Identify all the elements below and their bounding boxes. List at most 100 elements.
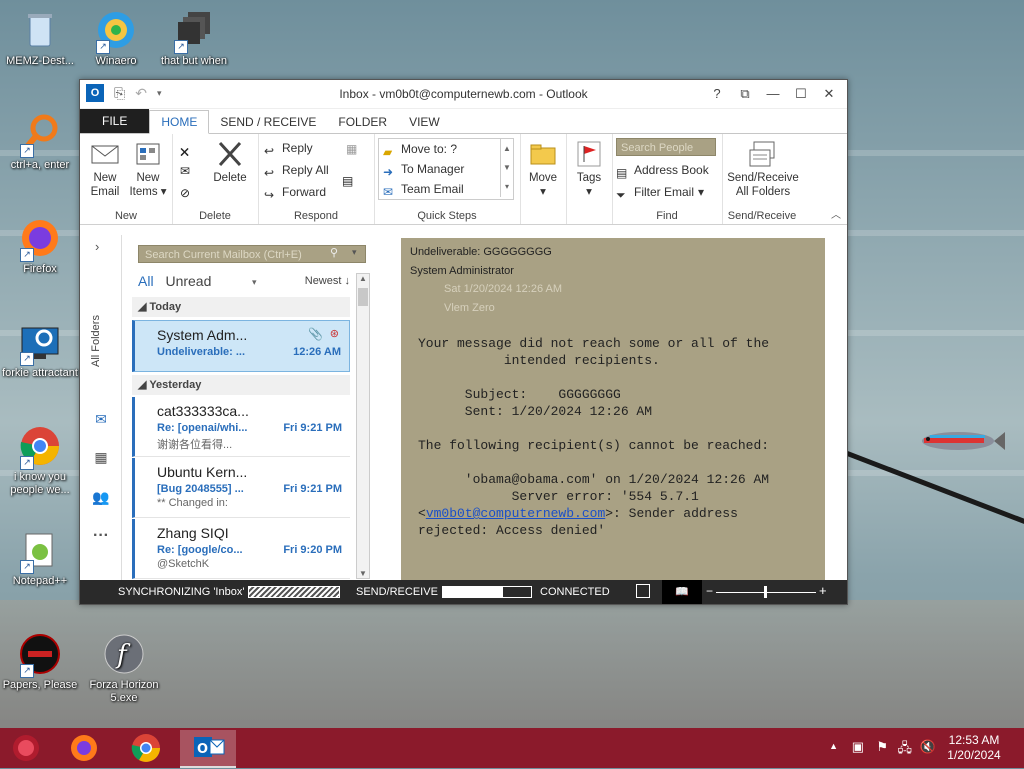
meeting-icon[interactable]: ▦ — [346, 142, 360, 156]
sort-newest[interactable]: Newest ↓ — [305, 275, 350, 287]
reply-button[interactable]: ↩ Reply — [264, 138, 313, 158]
desktop-icon-recycle-bin[interactable]: MEMZ-Dest... — [0, 8, 80, 68]
start-button[interactable] — [4, 730, 48, 766]
expand-folder-pane-icon[interactable]: › — [95, 239, 99, 254]
notepadpp-icon: ↗ — [18, 528, 62, 574]
action-flag-icon[interactable]: ⚑ — [876, 739, 888, 755]
filter-funnel-icon: ⏷ — [616, 188, 626, 202]
volume-muted-icon[interactable]: 🔇 — [920, 739, 936, 755]
shortcut-arrow-icon: ↗ — [20, 352, 34, 366]
move-folder-icon — [528, 140, 558, 168]
tab-folder[interactable]: FOLDER — [327, 111, 398, 133]
new-email-button[interactable]: New Email — [86, 140, 124, 199]
magnifier-icon: ↗ — [18, 112, 62, 158]
tab-view[interactable]: VIEW — [398, 111, 451, 133]
search-scope-dropdown-icon[interactable]: ▾ — [352, 247, 357, 258]
group-move: Move ▾ — [520, 134, 567, 224]
show-hidden-icons[interactable]: ▲ — [829, 741, 838, 751]
send-receive-all-button[interactable]: Send/Receive All Folders — [726, 140, 800, 199]
scroll-down-icon[interactable]: ▼ — [357, 569, 369, 578]
outlook-icon: O — [194, 737, 225, 757]
maximize-button[interactable]: ☐ — [789, 83, 813, 105]
search-icon[interactable]: ⚲ — [330, 246, 338, 259]
title-bar[interactable]: O ⎘ ↶ ▾ Inbox - vm0b0t@computernewb.com … — [80, 80, 847, 109]
tab-send-receive[interactable]: SEND / RECEIVE — [209, 111, 327, 133]
calendar-icon[interactable]: ▦ — [91, 449, 111, 465]
taskbar-clock[interactable]: 12:53 AM 1/20/2024 — [944, 733, 1004, 763]
normal-view-icon[interactable] — [636, 584, 650, 598]
taskbar-firefox[interactable] — [62, 730, 106, 766]
minimize-button[interactable]: — — [761, 83, 785, 105]
reading-pane[interactable]: Undeliverable: GGGGGGGG System Administr… — [401, 238, 825, 580]
sender-email-link[interactable]: vm0b0t@computernewb.com — [426, 506, 605, 521]
chrome-icon — [131, 734, 160, 762]
more-respond-icon[interactable]: ▤ — [342, 174, 356, 188]
desktop-icon-forkie[interactable]: ↗ forkie attractant — [0, 320, 80, 380]
tab-home[interactable]: HOME — [149, 110, 210, 134]
to-manager-icon: ➜ — [383, 165, 394, 179]
outlook-window[interactable]: O ⎘ ↶ ▾ Inbox - vm0b0t@computernewb.com … — [79, 79, 848, 605]
filter-dropdown-icon[interactable]: ▾ — [252, 277, 257, 288]
more-apps-icon[interactable]: ··· — [91, 527, 111, 544]
group-header-yesterday[interactable]: ◢ Yesterday — [132, 375, 350, 395]
team-email-icon: ✉ — [383, 185, 394, 199]
tab-file[interactable]: FILE — [80, 109, 150, 133]
address-book-button[interactable]: ▤ Address Book — [616, 160, 709, 180]
group-find: Search People ▤ Address Book ⏷ Filter Emai… — [612, 134, 723, 224]
filter-unread[interactable]: Unread — [165, 273, 211, 289]
network-app-icon[interactable]: ▣ — [852, 739, 864, 755]
reading-view-icon[interactable]: 📖 — [662, 580, 702, 604]
quick-step-to-manager[interactable]: ➜ To Manager — [383, 159, 464, 179]
message-body: Your message did not reach some or all o… — [418, 336, 770, 538]
desktop-icon-forza[interactable]: f Forza Horizon 5.exe — [84, 632, 164, 705]
all-folders-label[interactable]: All Folders — [90, 287, 104, 367]
reply-all-button[interactable]: ↩ Reply All — [264, 160, 329, 180]
taskbar-chrome[interactable] — [124, 730, 168, 766]
filter-email-button[interactable]: ⏷ Filter Email ▾ — [616, 182, 704, 202]
envelope-icon — [90, 140, 120, 168]
desktop-icon-that-but-when[interactable]: ↗ that but when — [154, 8, 234, 68]
taskbar-outlook[interactable]: O — [180, 730, 236, 768]
desktop-icon-firefox[interactable]: ↗ Firefox — [0, 216, 80, 276]
zoom-slider-thumb[interactable] — [764, 586, 767, 598]
mail-item[interactable]: cat333333ca... Re: [openai/whi... Fri 9:… — [132, 397, 350, 457]
tags-button[interactable]: Tags ▾ — [570, 140, 608, 199]
mail-icon[interactable]: ✉ — [91, 411, 111, 427]
group-header-today[interactable]: ◢ Today — [132, 297, 350, 317]
mail-item-selected[interactable]: System Adm... 📎 ⊛ Undeliverable: ... 12:… — [132, 320, 350, 372]
close-button[interactable]: ✕ — [817, 83, 841, 105]
fishing-pole — [838, 448, 1024, 539]
delete-button[interactable]: Delete — [208, 140, 252, 185]
zoom-in-icon[interactable]: + — [819, 583, 827, 598]
help-button[interactable]: ? — [705, 83, 729, 105]
desktop-icon-notepadpp[interactable]: ↗ Notepad++ — [0, 528, 80, 588]
ignore-icon[interactable]: 🗙 — [180, 142, 194, 158]
network-icon[interactable]: 🖧 — [898, 739, 913, 761]
mail-item[interactable]: Zhang SIQI Re: [google/co... Fri 9:20 PM… — [132, 519, 350, 579]
desktop-icon-chrome[interactable]: ↗ i know you people we... — [0, 424, 80, 497]
people-icon[interactable]: 👥 — [91, 489, 111, 505]
move-button[interactable]: Move ▾ — [524, 140, 562, 199]
scroll-up-icon[interactable]: ▲ — [357, 274, 369, 283]
junk-icon[interactable]: ⊘ — [180, 186, 194, 200]
search-people-input[interactable]: Search People — [616, 138, 716, 156]
clean-up-icon[interactable]: ✉ — [180, 164, 194, 178]
collapse-ribbon-icon[interactable]: ︿ — [831, 206, 841, 221]
message-list-scrollbar[interactable]: ▲ ▼ — [356, 273, 370, 579]
forward-button[interactable]: ↪ Forward — [264, 182, 326, 202]
quick-step-move-to[interactable]: ▰ Move to: ? — [383, 139, 457, 159]
quick-step-team-email[interactable]: ✉ Team Email — [383, 179, 464, 199]
message-subject: Undeliverable: GGGGGGGG — [410, 246, 552, 258]
desktop-icon-papers-please[interactable]: ↗ Papers, Please — [0, 632, 80, 692]
desktop-icon-ctrl-a[interactable]: ↗ ctrl+a, enter — [0, 112, 80, 172]
connection-status: CONNECTED — [540, 586, 610, 598]
new-items-button[interactable]: New Items ▾ — [128, 140, 168, 199]
zoom-out-icon[interactable]: − — [706, 584, 713, 598]
quick-steps-scroll[interactable]: ▲ ▼ ▾ — [500, 139, 513, 197]
mail-item[interactable]: Ubuntu Kern... [Bug 2048555] ... Fri 9:2… — [132, 458, 350, 518]
ribbon-display-options-button[interactable]: ⧉ — [733, 83, 757, 105]
papers-please-icon: ↗ — [18, 632, 62, 678]
scroll-thumb[interactable] — [358, 288, 368, 306]
desktop-icon-winaero[interactable]: ↗ Winaero — [76, 8, 156, 68]
filter-all[interactable]: All — [138, 273, 154, 289]
